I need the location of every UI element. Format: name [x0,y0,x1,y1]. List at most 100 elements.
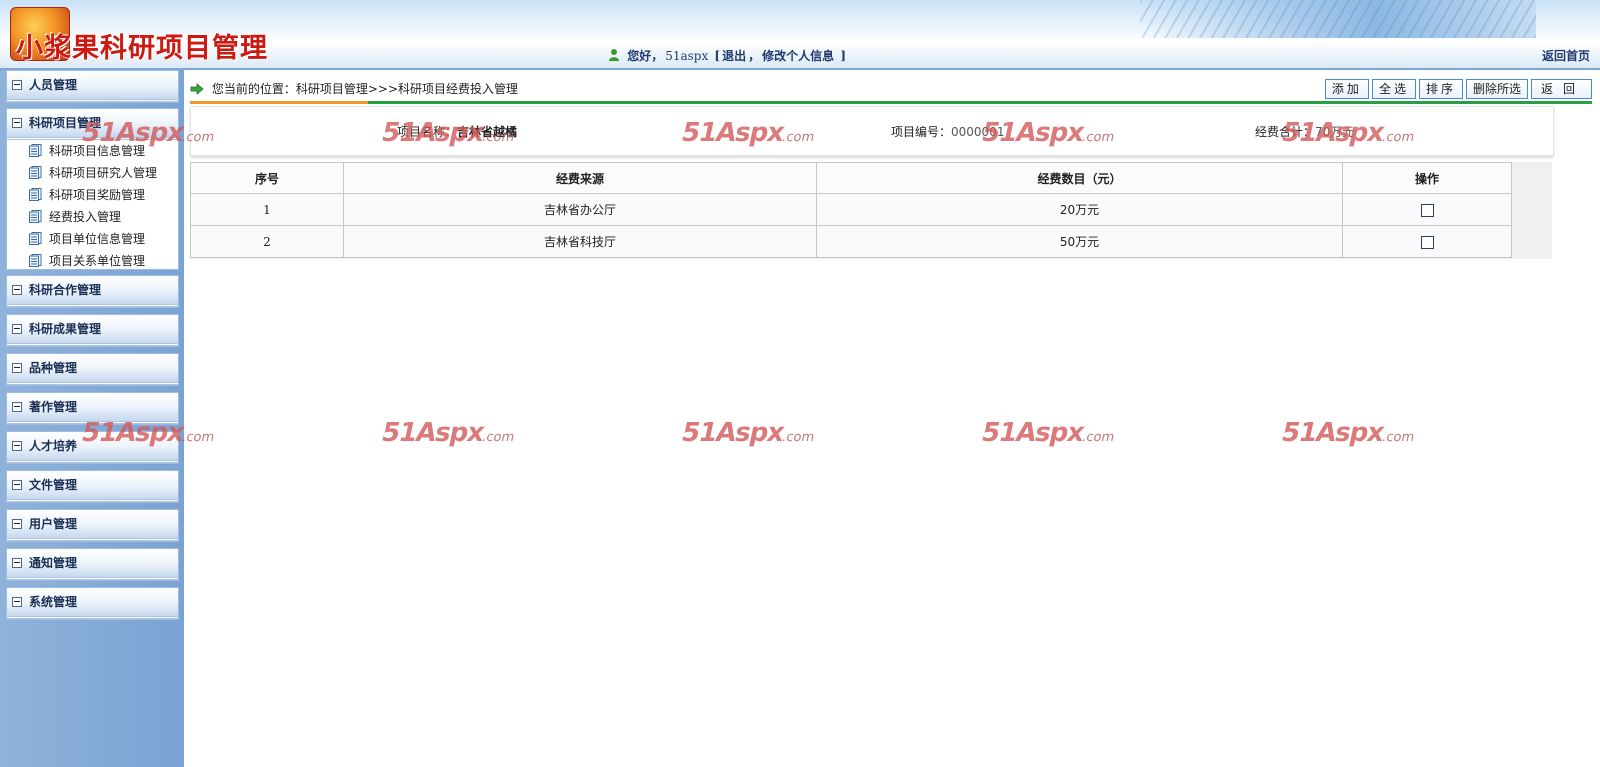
bracket-open: [ [714,49,721,63]
sidebar-group-personnel[interactable]: 人员管理 [6,70,179,103]
cell-no: 2 [190,225,344,258]
table-row: 2 吉林省科技厅 50万元 [190,225,1512,258]
sidebar-group-publications[interactable]: 著作管理 [6,392,179,425]
bracket-close: ] [840,49,847,63]
logout-link[interactable]: 退出 [722,49,746,63]
sidebar-group-header[interactable]: 科研项目管理 [7,109,178,140]
sidebar-group-system[interactable]: 系统管理 [6,587,179,620]
cell-amount: 20万元 [816,193,1343,226]
funding-table: 序号 经费来源 经费数目（元） 操作 1 吉林省办公厅 20万元 2 吉林省科技… [190,162,1512,258]
document-icon [29,254,42,267]
project-name-value: 吉林省越橘 [457,125,518,139]
col-header-amount: 经费数目（元） [816,162,1343,194]
project-number-field: 项目编号：0000001 [891,123,1004,140]
sidebar-item-label: 项目单位信息管理 [49,232,146,246]
table-row: 1 吉林省办公厅 20万元 [190,193,1512,226]
col-header-source: 经费来源 [343,162,817,194]
collapse-icon[interactable] [12,441,22,451]
collapse-icon[interactable] [12,363,22,373]
sidebar-group-header[interactable]: 人员管理 [7,71,178,102]
separator: ， [748,49,761,63]
sidebar-group-files[interactable]: 文件管理 [6,470,179,503]
row-select-checkbox[interactable] [1420,203,1434,217]
sidebar-group-header[interactable]: 人才培养 [7,432,178,463]
collapse-icon[interactable] [12,80,22,90]
sidebar-group-achievements[interactable]: 科研成果管理 [6,314,179,347]
sidebar-item-label: 科研项目信息管理 [49,144,146,158]
project-number-value: 0000001 [951,125,1005,139]
sidebar-group-header[interactable]: 用户管理 [7,510,178,541]
sidebar-group-users[interactable]: 用户管理 [6,509,179,542]
user-bar: 您好， 51aspx [退出，修改个人信息 ] [608,47,847,64]
sidebar-group-varieties[interactable]: 品种管理 [6,353,179,386]
cell-amount: 50万元 [816,225,1343,258]
sidebar-group-talent[interactable]: 人才培养 [6,431,179,464]
table-header-row: 序号 经费来源 经费数目（元） 操作 [190,162,1512,194]
sidebar-group-label: 著作管理 [29,400,78,414]
sidebar-item-funding-input[interactable]: 经费投入管理 [7,206,178,228]
row-select-checkbox[interactable] [1420,235,1434,249]
sidebar-group-label: 人才培养 [29,439,78,453]
accent-rule-green [368,101,1592,104]
sidebar-item-project-info[interactable]: 科研项目信息管理 [7,140,178,162]
header-decoration [1140,0,1536,38]
sidebar-group-label: 文件管理 [29,478,78,492]
app-title: 小浆果科研项目管理 [16,33,268,64]
sidebar-group-label: 系统管理 [29,595,78,609]
greeting-text: 您好， [627,49,664,63]
sidebar-item-related-units[interactable]: 项目关系单位管理 [7,250,178,272]
collapse-icon[interactable] [12,285,22,295]
project-name-field: 项目名称：吉林省越橘 [397,123,517,140]
sidebar: 人员管理 科研项目管理 科研项目信息管理 科研项目研究人管理 科研项目奖励管理 … [0,70,184,767]
collapse-icon[interactable] [12,402,22,412]
delete-selected-button[interactable]: 删除所选 [1465,79,1528,99]
document-icon [29,210,42,223]
sort-button[interactable]: 排序 [1418,79,1463,99]
breadcrumb-row: 您当前的位置：科研项目管理>>>科研项目经费投入管理 添加 全选 排序 删除所选… [190,70,1592,104]
sidebar-group-header[interactable]: 科研合作管理 [7,276,178,307]
sidebar-group-label: 科研成果管理 [29,322,102,336]
back-home-link[interactable]: 返回首页 [1542,47,1590,64]
sidebar-item-label: 项目关系单位管理 [49,254,146,268]
sidebar-group-header[interactable]: 著作管理 [7,393,178,424]
sidebar-group-header[interactable]: 系统管理 [7,588,178,619]
sidebar-group-research-projects[interactable]: 科研项目管理 科研项目信息管理 科研项目研究人管理 科研项目奖励管理 经费投入管… [6,108,179,270]
sidebar-group-cooperation[interactable]: 科研合作管理 [6,275,179,308]
funding-total-field: 经费合计：70万元 [1255,123,1354,140]
arrow-right-icon [190,83,204,95]
sidebar-group-label: 品种管理 [29,361,78,375]
sidebar-item-project-researchers[interactable]: 科研项目研究人管理 [7,162,178,184]
col-header-no: 序号 [190,162,344,194]
collapse-icon[interactable] [12,324,22,334]
back-button[interactable]: 返回 [1530,79,1592,99]
cell-action [1342,193,1512,226]
sidebar-item-label: 经费投入管理 [49,210,122,224]
sidebar-item-project-awards[interactable]: 科研项目奖励管理 [7,184,178,206]
project-name-label: 项目名称： [397,125,458,139]
add-button[interactable]: 添加 [1324,79,1369,99]
collapse-icon[interactable] [12,118,22,128]
funding-total-value: 70万元 [1315,125,1355,139]
sidebar-group-header[interactable]: 品种管理 [7,354,178,385]
edit-profile-link[interactable]: 修改个人信息 [762,49,834,63]
sidebar-group-label: 用户管理 [29,517,78,531]
sidebar-group-header[interactable]: 科研成果管理 [7,315,178,346]
breadcrumb-text: 您当前的位置：科研项目管理>>>科研项目经费投入管理 [211,82,518,96]
collapse-icon[interactable] [12,480,22,490]
collapse-icon[interactable] [12,558,22,568]
select-all-button[interactable]: 全选 [1371,79,1416,99]
collapse-icon[interactable] [12,519,22,529]
sidebar-item-label: 科研项目研究人管理 [49,166,158,180]
sidebar-group-label: 科研合作管理 [29,283,102,297]
breadcrumb: 您当前的位置：科研项目管理>>>科研项目经费投入管理 [190,80,518,97]
sidebar-group-notices[interactable]: 通知管理 [6,548,179,581]
project-info-bar: 项目名称：吉林省越橘 项目编号：0000001 经费合计：70万元 [190,106,1554,156]
sidebar-group-header[interactable]: 文件管理 [7,471,178,502]
collapse-icon[interactable] [12,597,22,607]
sidebar-item-unit-info[interactable]: 项目单位信息管理 [7,228,178,250]
document-icon [29,166,42,179]
username: 51aspx [665,49,709,63]
project-number-label: 项目编号： [891,125,952,139]
sidebar-group-header[interactable]: 通知管理 [7,549,178,580]
sidebar-item-label: 科研项目奖励管理 [49,188,146,202]
